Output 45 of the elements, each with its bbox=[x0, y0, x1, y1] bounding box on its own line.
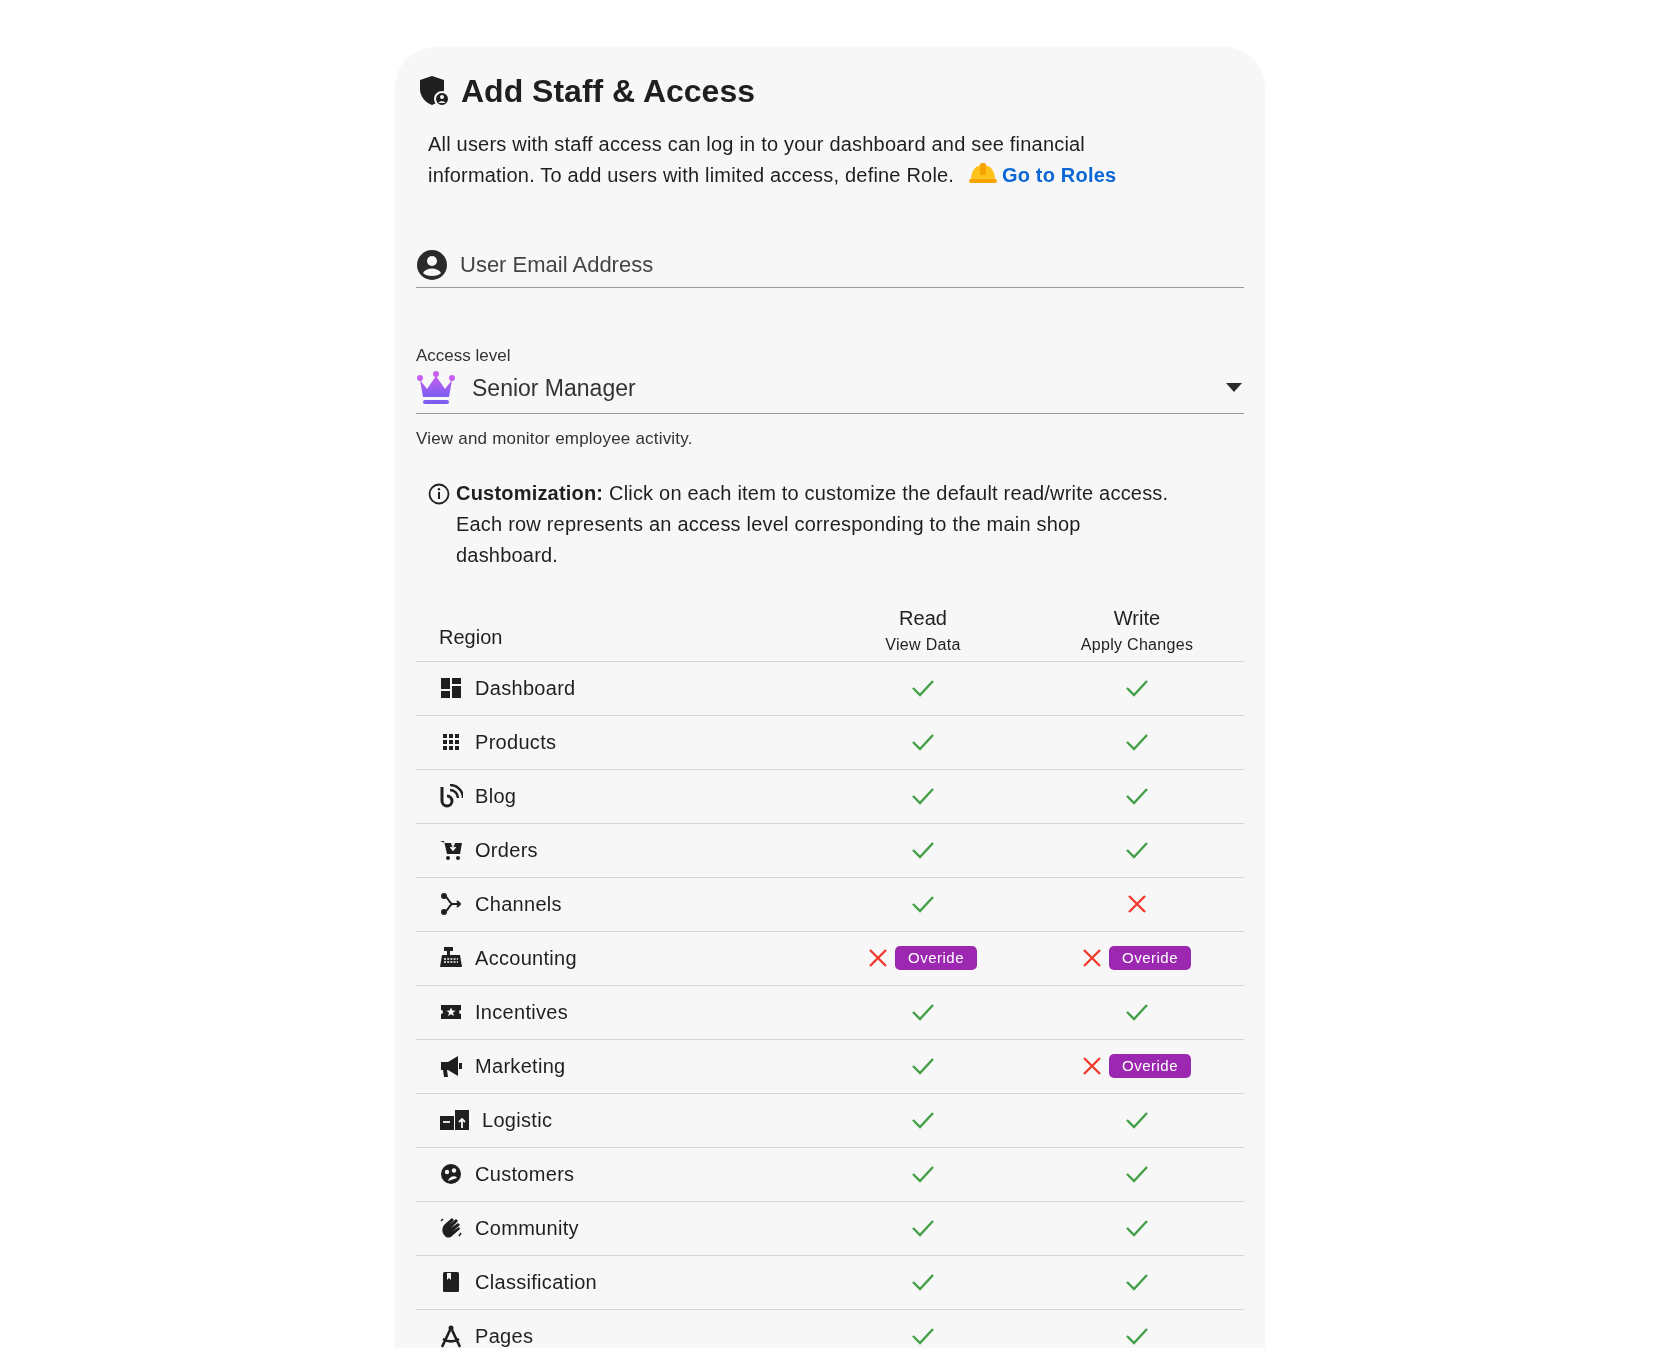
region-name[interactable]: Incentives bbox=[475, 997, 569, 1027]
region-name[interactable]: Products bbox=[475, 727, 557, 757]
region-name[interactable]: Blog bbox=[475, 781, 517, 811]
override-button[interactable]: Overide bbox=[895, 946, 977, 970]
feed-icon bbox=[439, 784, 463, 808]
clapping-hands-icon bbox=[439, 1216, 463, 1240]
column-header: Read bbox=[899, 605, 947, 631]
column-subtitle: Apply Changes bbox=[1080, 634, 1194, 655]
region-name[interactable]: Logistic bbox=[482, 1105, 553, 1135]
hard-hat-icon bbox=[967, 161, 998, 185]
shield-icon bbox=[419, 75, 449, 107]
region-name[interactable]: Customers bbox=[475, 1159, 575, 1189]
override-button[interactable]: Overide bbox=[1109, 946, 1191, 970]
split-arrow-icon bbox=[439, 892, 463, 916]
override-button[interactable]: Overide bbox=[1109, 1054, 1191, 1078]
region-name[interactable]: Channels bbox=[475, 889, 562, 919]
helper-text: View and monitor employee activity. bbox=[416, 428, 694, 450]
dropdown-caret-icon bbox=[1226, 383, 1242, 393]
region-name[interactable]: Accounting bbox=[475, 943, 577, 973]
page-title: Add Staff & Access bbox=[461, 72, 755, 111]
access-level-select[interactable]: Senior Manager bbox=[416, 370, 1244, 414]
region-name[interactable]: Orders bbox=[475, 835, 538, 865]
region-name[interactable]: Community bbox=[475, 1213, 579, 1243]
info-icon bbox=[428, 482, 450, 505]
cart-icon bbox=[439, 838, 463, 862]
email-field[interactable]: User Email Address bbox=[460, 248, 1244, 281]
region-name[interactable]: Marketing bbox=[475, 1051, 566, 1081]
compass-drawing-icon bbox=[439, 1324, 463, 1348]
column-header: Region bbox=[439, 624, 503, 650]
megaphone-icon bbox=[439, 1054, 463, 1078]
field-label: Access level bbox=[416, 345, 512, 367]
crown-icon bbox=[416, 370, 456, 405]
user-icon bbox=[416, 248, 448, 281]
column-subtitle: View Data bbox=[885, 634, 961, 655]
boxes-icon bbox=[439, 1108, 470, 1132]
cash-register-icon bbox=[439, 946, 463, 970]
select-value: Senior Manager bbox=[472, 373, 637, 403]
intro-text: All users with staff access can log in to your dashboard and see financial information. To add users with limited access, define Role. Go to Roles bbox=[428, 132, 1118, 188]
region-name[interactable]: Pages bbox=[475, 1321, 534, 1348]
dashboard-icon bbox=[439, 676, 463, 700]
region-name[interactable]: Dashboard bbox=[475, 673, 576, 703]
region-name[interactable]: Classification bbox=[475, 1267, 598, 1297]
customization-note: Customization: Click on each item to customize the default read/write access. Each row represents an access level corresponding to the main shop dashboard. bbox=[456, 480, 1170, 568]
roles-link[interactable]: Go to Roles bbox=[1001, 164, 1117, 186]
column-header: Write bbox=[1113, 605, 1161, 631]
